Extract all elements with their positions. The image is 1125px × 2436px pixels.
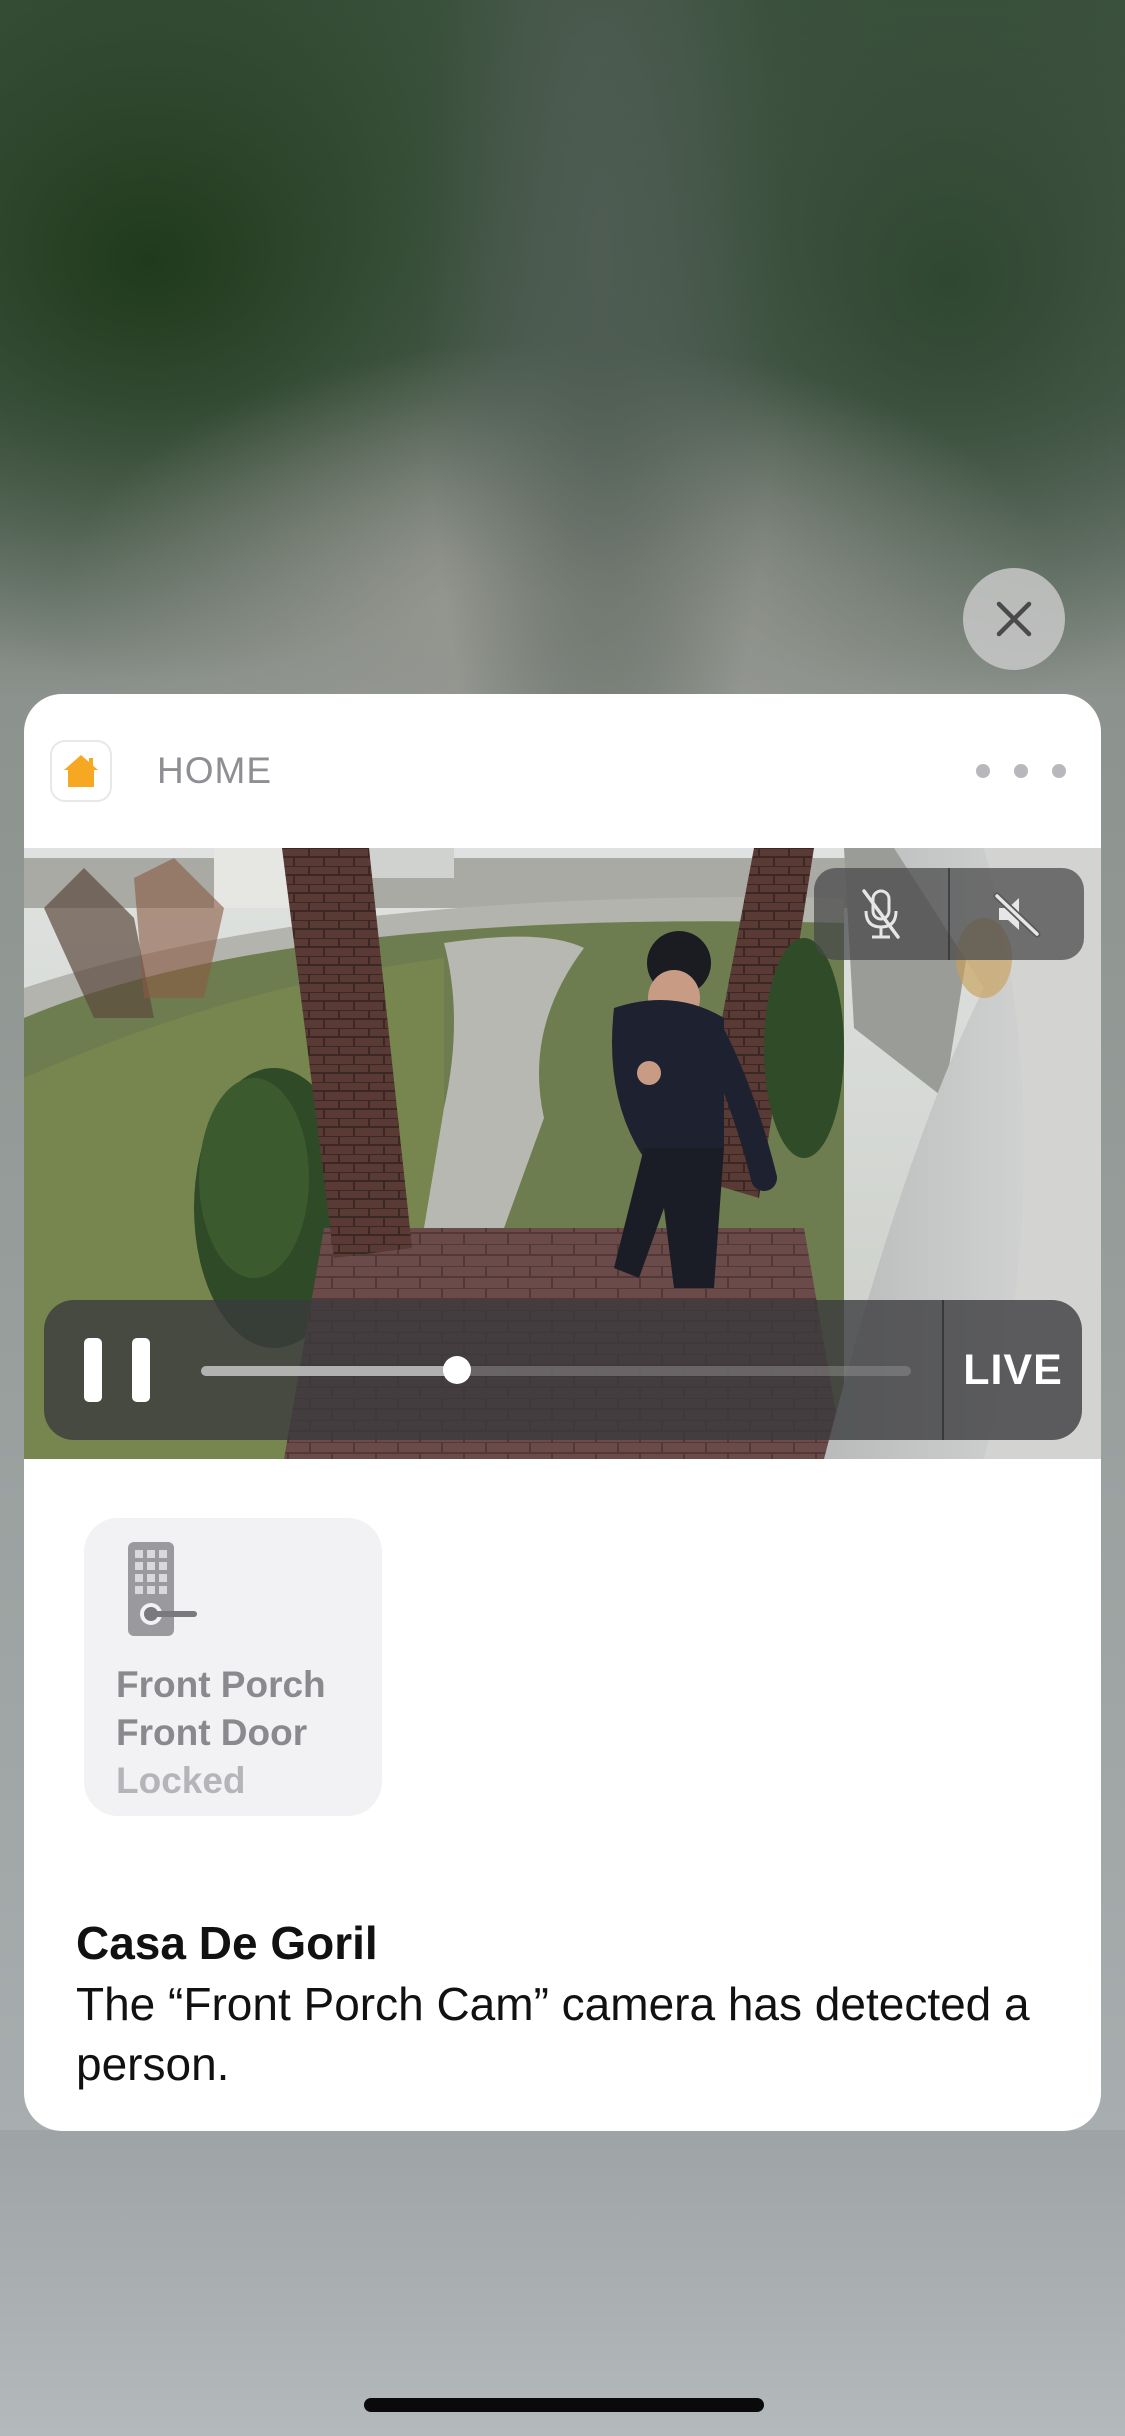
playback-bar: LIVE [44, 1300, 1082, 1440]
house-icon [64, 755, 98, 787]
home-app-icon [52, 742, 110, 800]
accessory-room: Front Porch [116, 1664, 326, 1705]
close-icon [996, 601, 1032, 637]
home-indicator[interactable] [364, 2398, 764, 2412]
camera-video[interactable]: LIVE [24, 848, 1101, 1459]
notification-card: HOME LIVE Front Porch Front Door Locked … [24, 694, 1101, 2131]
more-button[interactable] [976, 754, 1066, 788]
scrubber-knob[interactable] [442, 1356, 471, 1384]
speaker-muted-icon [993, 892, 1041, 938]
accessory-name: Front Door [116, 1712, 308, 1753]
notification-header: HOME [24, 694, 1101, 848]
notification-body: The “Front Porch Cam” camera has detecte… [76, 1978, 1030, 2090]
scrubber-progress [201, 1366, 457, 1376]
pause-button[interactable] [84, 1338, 150, 1402]
blurred-background-bottom [0, 2130, 1125, 2436]
accessory-status: Locked [116, 1760, 246, 1801]
close-button[interactable] [963, 568, 1065, 670]
pause-icon [84, 1338, 102, 1402]
accessory-tile-front-door[interactable]: Front Porch Front Door Locked [84, 1518, 382, 1816]
audio-controls [814, 868, 1084, 960]
speaker-button[interactable] [950, 868, 1084, 960]
notification-title: Casa De Goril [76, 1917, 378, 1969]
microphone-muted-icon [862, 889, 900, 939]
scrubber-track[interactable] [201, 1356, 911, 1384]
more-dots-icon [976, 764, 990, 778]
microphone-button[interactable] [814, 868, 948, 960]
live-button[interactable]: LIVE [944, 1300, 1082, 1440]
app-name: HOME [157, 750, 272, 791]
door-lock-icon [128, 1542, 197, 1636]
